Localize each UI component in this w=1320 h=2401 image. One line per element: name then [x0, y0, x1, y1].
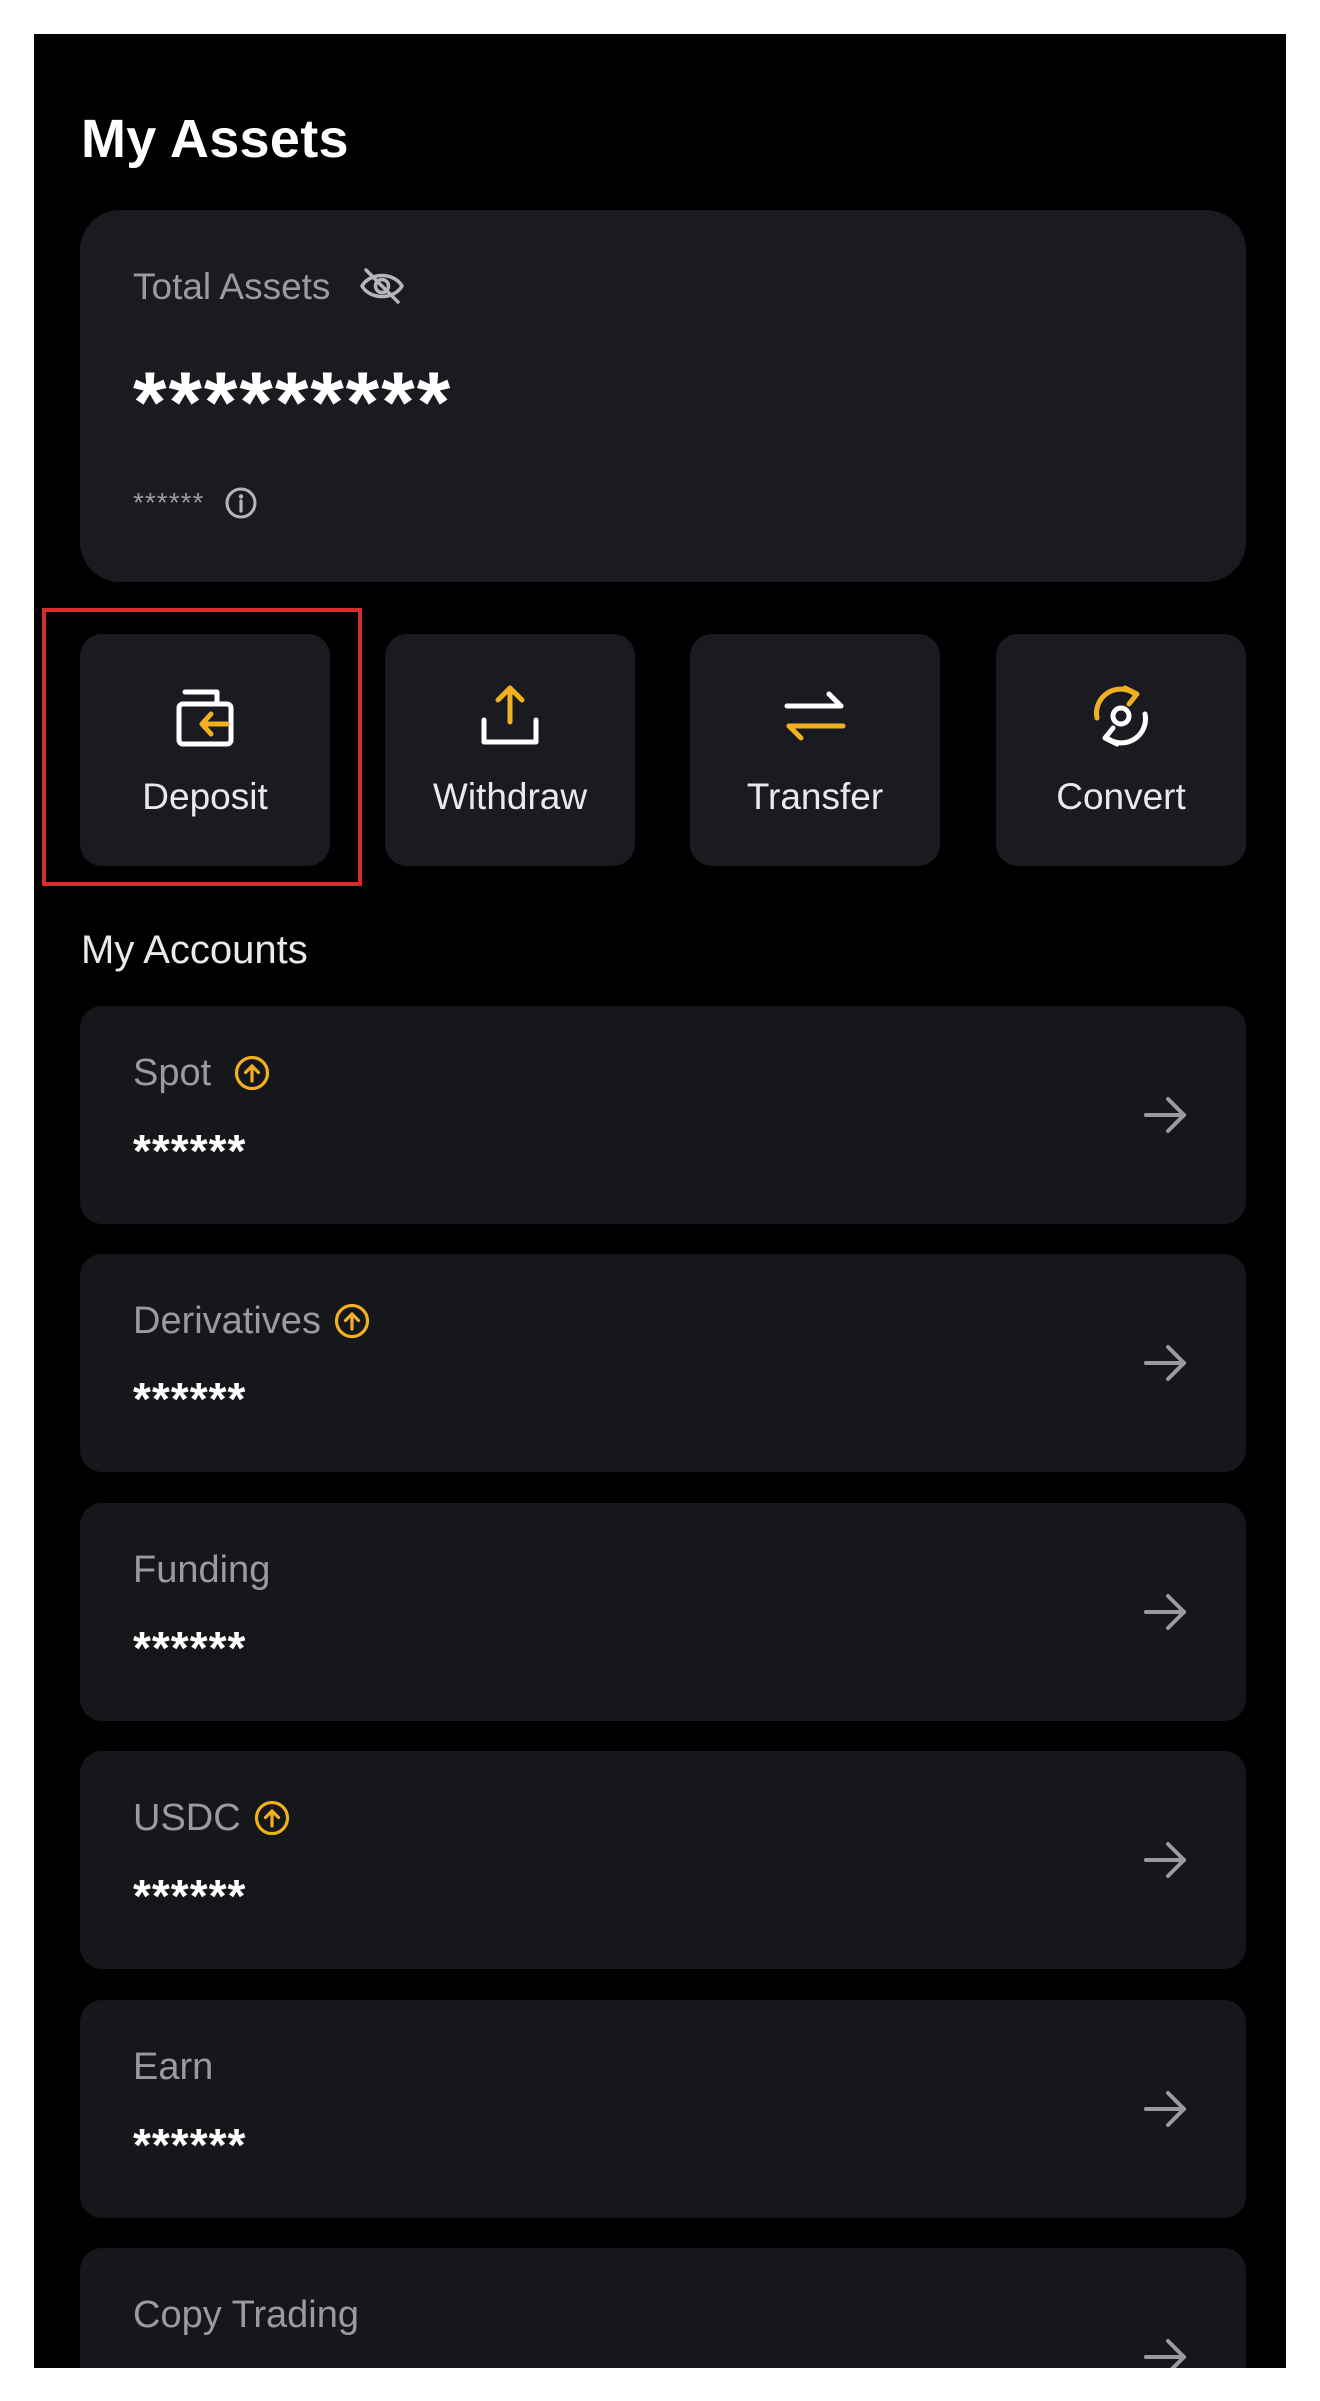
info-icon[interactable]	[224, 486, 258, 520]
arrow-right-icon	[1142, 1341, 1190, 1385]
convert-cycle-icon	[1085, 680, 1157, 752]
account-name: Funding	[133, 1549, 271, 1591]
account-name: Spot	[133, 1052, 212, 1094]
deposit-highlight-box	[42, 608, 362, 886]
account-spot[interactable]: Spot ******	[80, 1006, 1246, 1224]
total-assets-label: Total Assets	[133, 265, 331, 307]
account-value: ******	[133, 1622, 247, 1674]
total-assets-card: Total Assets ********* ******	[80, 210, 1246, 582]
account-derivatives[interactable]: Derivatives ******	[80, 1254, 1246, 1472]
transfer-label: Transfer	[746, 776, 884, 817]
page-title: My Assets	[81, 109, 349, 169]
arrow-right-icon	[1142, 1093, 1190, 1137]
account-copy-trading[interactable]: Copy Trading	[80, 2248, 1246, 2368]
account-value: ******	[133, 2119, 247, 2171]
account-name: Earn	[133, 2046, 214, 2088]
convert-label: Convert	[1056, 776, 1186, 817]
account-name: Copy Trading	[133, 2294, 360, 2336]
convert-button[interactable]: Convert	[996, 634, 1246, 866]
upgrade-icon	[333, 1302, 371, 1340]
account-value: ******	[133, 1870, 247, 1922]
account-earn[interactable]: Earn ******	[80, 2000, 1246, 2218]
withdraw-label: Withdraw	[432, 776, 588, 817]
arrow-right-icon	[1142, 2335, 1190, 2368]
transfer-button[interactable]: Transfer	[690, 634, 940, 866]
upgrade-icon	[233, 1054, 271, 1092]
eye-off-icon[interactable]	[358, 266, 406, 306]
arrow-right-icon	[1142, 1838, 1190, 1882]
account-value: ******	[133, 1125, 247, 1177]
upload-icon	[474, 680, 546, 752]
my-accounts-title: My Accounts	[81, 928, 308, 972]
arrow-right-icon	[1142, 2087, 1190, 2131]
account-usdc[interactable]: USDC ******	[80, 1751, 1246, 1969]
account-value: ******	[133, 1373, 247, 1425]
withdraw-button[interactable]: Withdraw	[385, 634, 635, 866]
account-funding[interactable]: Funding ******	[80, 1503, 1246, 1721]
account-name: USDC	[133, 1797, 241, 1839]
arrow-right-icon	[1142, 1590, 1190, 1634]
total-assets-sub-value: ******	[133, 487, 205, 518]
total-assets-value: *********	[133, 355, 453, 451]
assets-screen: My Assets Total Assets ********* ******	[34, 34, 1286, 2368]
account-name: Derivatives	[133, 1300, 321, 1342]
upgrade-icon	[253, 1799, 291, 1837]
swap-arrows-icon	[779, 680, 851, 752]
